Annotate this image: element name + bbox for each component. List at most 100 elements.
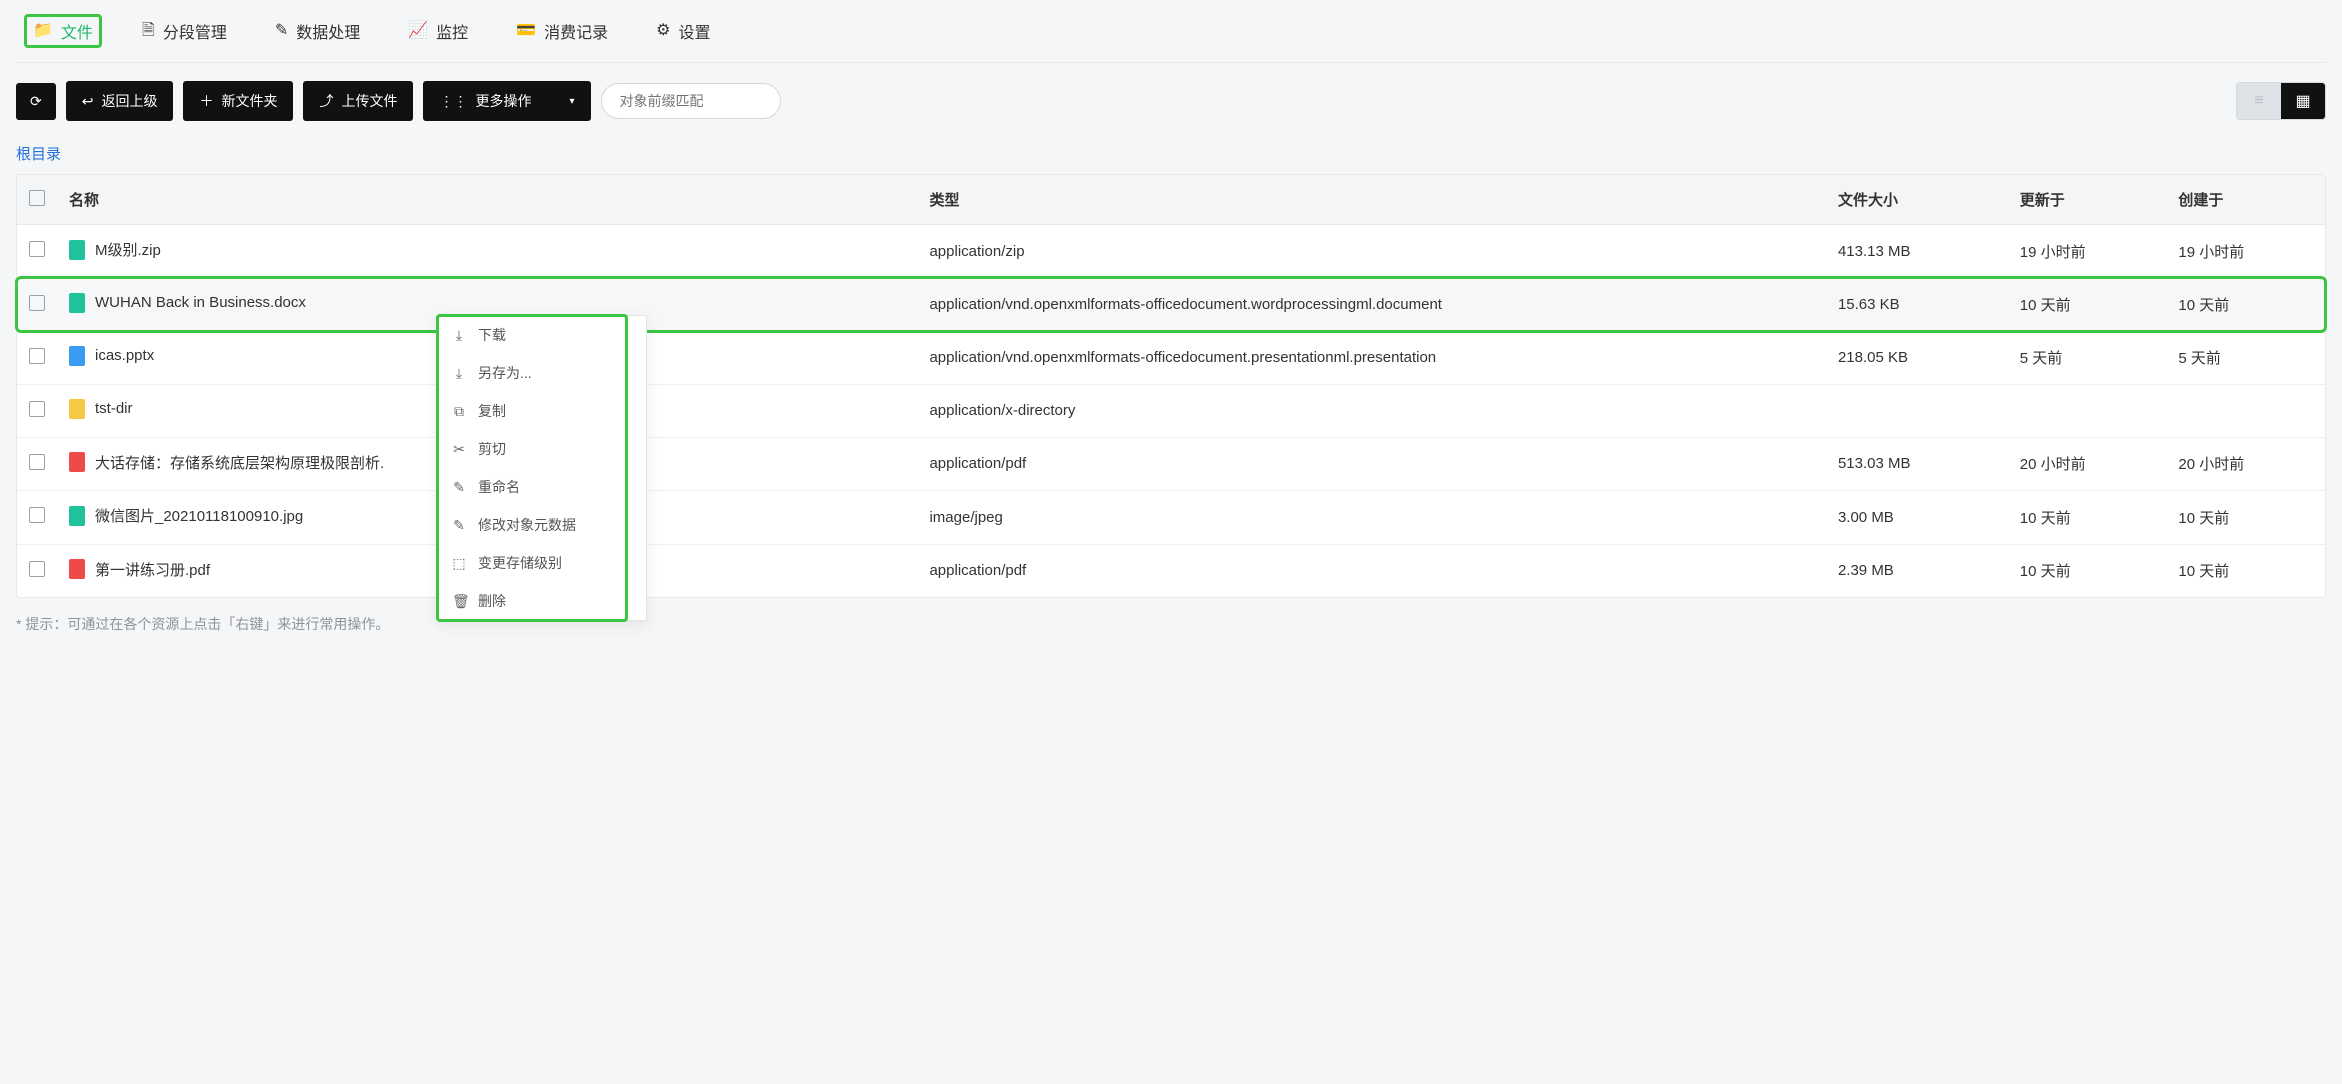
context-menu-label: 重命名 [478,477,520,497]
table-row[interactable]: icas.pptx application/vnd.openxmlformats-… [17,331,2325,384]
view-toggle: ≡ ▦ [2236,82,2326,120]
more-actions-button[interactable]: ⋮⋮ 更多操作 ▾ [423,81,590,121]
file-type-icon [69,346,85,366]
table-row[interactable]: tst-dir application/x-directory [17,384,2325,437]
file-type-icon [69,452,85,472]
file-type: application/x-directory [917,384,1825,437]
file-updated: 19 小时前 [2008,225,2167,279]
col-created: 创建于 [2166,175,2325,225]
select-all-checkbox[interactable] [29,190,45,206]
pencil-icon: ✎ [452,479,466,496]
table-row[interactable]: WUHAN Back in Business.docx application/v… [17,278,2325,331]
button-label: 返回上级 [101,91,157,111]
tab-label: 分段管理 [163,19,227,43]
button-label: 更多操作 [475,91,531,111]
plus-icon: ＋ [199,91,213,111]
upload-icon: ⤴ [319,91,333,111]
file-name-text: M级别.zip [95,239,161,260]
breadcrumb[interactable]: 根目录 [16,143,2326,164]
chevron-down-icon: ▾ [569,96,574,107]
cut-icon: ✂ [452,441,466,458]
file-name-text: 第一讲练习册.pdf [95,559,210,580]
tab-data-process[interactable]: ✎ 数据处理 [267,15,368,47]
top-tabs: 📁 文件 🗎 分段管理 ✎ 数据处理 📈 监控 💳 消费记录 ⚙ 设置 [16,0,2326,63]
new-folder-button[interactable]: ＋ 新文件夹 [183,81,293,121]
row-checkbox[interactable] [29,507,45,523]
tab-label: 消费记录 [544,19,608,43]
context-menu: ⤓ 下载 ⤓另存为...⧉复制 ✂ 剪切 ✎ 重命名 ✎修改对象元数据⬚变更存储级别🗑删除 [437,315,647,621]
table-row[interactable]: 第一讲练习册.pdfapplication/pdf2.39 MB10 天前10 … [17,544,2325,597]
file-updated: 10 天前 [2008,544,2167,597]
tab-label: 设置 [678,19,710,43]
file-table-wrap: 名称 类型 文件大小 更新于 创建于 M级别.zipapplication/zi… [16,174,2326,598]
file-type: application/zip [917,225,1825,279]
file-name-text: icas.pptx [95,347,154,364]
row-checkbox[interactable] [29,454,45,470]
refresh-button[interactable]: ⟳ [16,83,56,120]
more-icon: ⋮⋮ [439,93,467,110]
button-label: 新文件夹 [221,91,277,111]
context-menu-label: 剪切 [478,439,506,459]
row-checkbox[interactable] [29,241,45,257]
edit-icon: ✎ [275,23,288,39]
file-type: application/vnd.openxmlformats-officedoc… [917,331,1825,384]
col-type: 类型 [917,175,1825,225]
hint-text: * 提示：可通过在各个资源上点击「右键」来进行常用操作。 [16,614,2326,634]
row-checkbox[interactable] [29,561,45,577]
file-size [1826,384,2008,437]
back-button[interactable]: ↩ 返回上级 [66,81,174,121]
tab-billing[interactable]: 💳 消费记录 [508,15,616,47]
row-checkbox[interactable] [29,348,45,364]
row-checkbox[interactable] [29,401,45,417]
file-table: 名称 类型 文件大小 更新于 创建于 M级别.zipapplication/zi… [17,175,2325,597]
search-input[interactable] [601,83,781,119]
toolbar: ⟳ ↩ 返回上级 ＋ 新文件夹 ⤴ 上传文件 ⋮⋮ 更多操作 ▾ ≡ ▦ [16,81,2326,121]
row-checkbox[interactable] [29,295,45,311]
context-menu-item[interactable]: ✂ 剪切 [438,430,646,468]
context-menu-item[interactable]: ⤓ 下载 [438,316,646,354]
table-row[interactable]: 微信图片_20210118100910.jpgimage/jpeg3.00 MB… [17,491,2325,545]
context-menu-item[interactable]: ⤓另存为... [438,354,646,392]
tab-label: 数据处理 [296,19,360,43]
col-size: 文件大小 [1826,175,2008,225]
table-row[interactable]: M级别.zipapplication/zip413.13 MB19 小时前19 … [17,225,2325,279]
file-updated: 5 天前 [2008,331,2167,384]
copy-icon: ⧉ [452,403,466,420]
context-menu-item[interactable]: ⬚变更存储级别 [438,544,646,582]
context-menu-label: 下载 [478,325,506,345]
file-updated: 10 天前 [2008,278,2167,331]
file-size: 15.63 KB [1826,278,2008,331]
file-name-text: WUHAN Back in Business.docx [95,294,306,311]
gear-icon: ⚙ [656,23,670,39]
tab-settings[interactable]: ⚙ 设置 [648,15,718,47]
file-type-icon [69,506,85,526]
file-type-icon [69,559,85,579]
context-menu-item[interactable]: ✎ 重命名 [438,468,646,506]
chart-icon: 📈 [408,23,428,39]
file-name-text: 微信图片_20210118100910.jpg [95,505,303,526]
tab-segments[interactable]: 🗎 分段管理 [134,15,235,47]
button-label: 上传文件 [341,91,397,111]
context-menu-item[interactable]: ✎修改对象元数据 [438,506,646,544]
file-type: application/pdf [917,437,1825,491]
grid-icon: ▦ [2295,91,2310,111]
file-type: application/vnd.openxmlformats-officedoc… [917,278,1825,331]
card-icon: 💳 [516,23,536,39]
list-view-button[interactable]: ≡ [2237,83,2281,119]
storage-icon: ⬚ [452,555,466,572]
file-name-text: tst-dir [95,400,133,417]
file-created: 19 小时前 [2166,225,2325,279]
upload-button[interactable]: ⤴ 上传文件 [303,81,413,121]
file-type: application/pdf [917,544,1825,597]
tab-monitor[interactable]: 📈 监控 [400,15,476,47]
table-row[interactable]: 大话存储：存储系统底层架构原理极限剖析.application/pdf513.0… [17,437,2325,491]
file-updated: 10 天前 [2008,491,2167,545]
col-name: 名称 [57,175,917,225]
file-size: 218.05 KB [1826,331,2008,384]
download-icon: ⤓ [452,327,466,344]
tab-files[interactable]: 📁 文件 [24,14,102,48]
context-menu-item[interactable]: ⧉复制 [438,392,646,430]
grid-view-button[interactable]: ▦ [2281,83,2325,119]
context-menu-item[interactable]: 🗑删除 [438,582,646,620]
file-type-icon [69,293,85,313]
